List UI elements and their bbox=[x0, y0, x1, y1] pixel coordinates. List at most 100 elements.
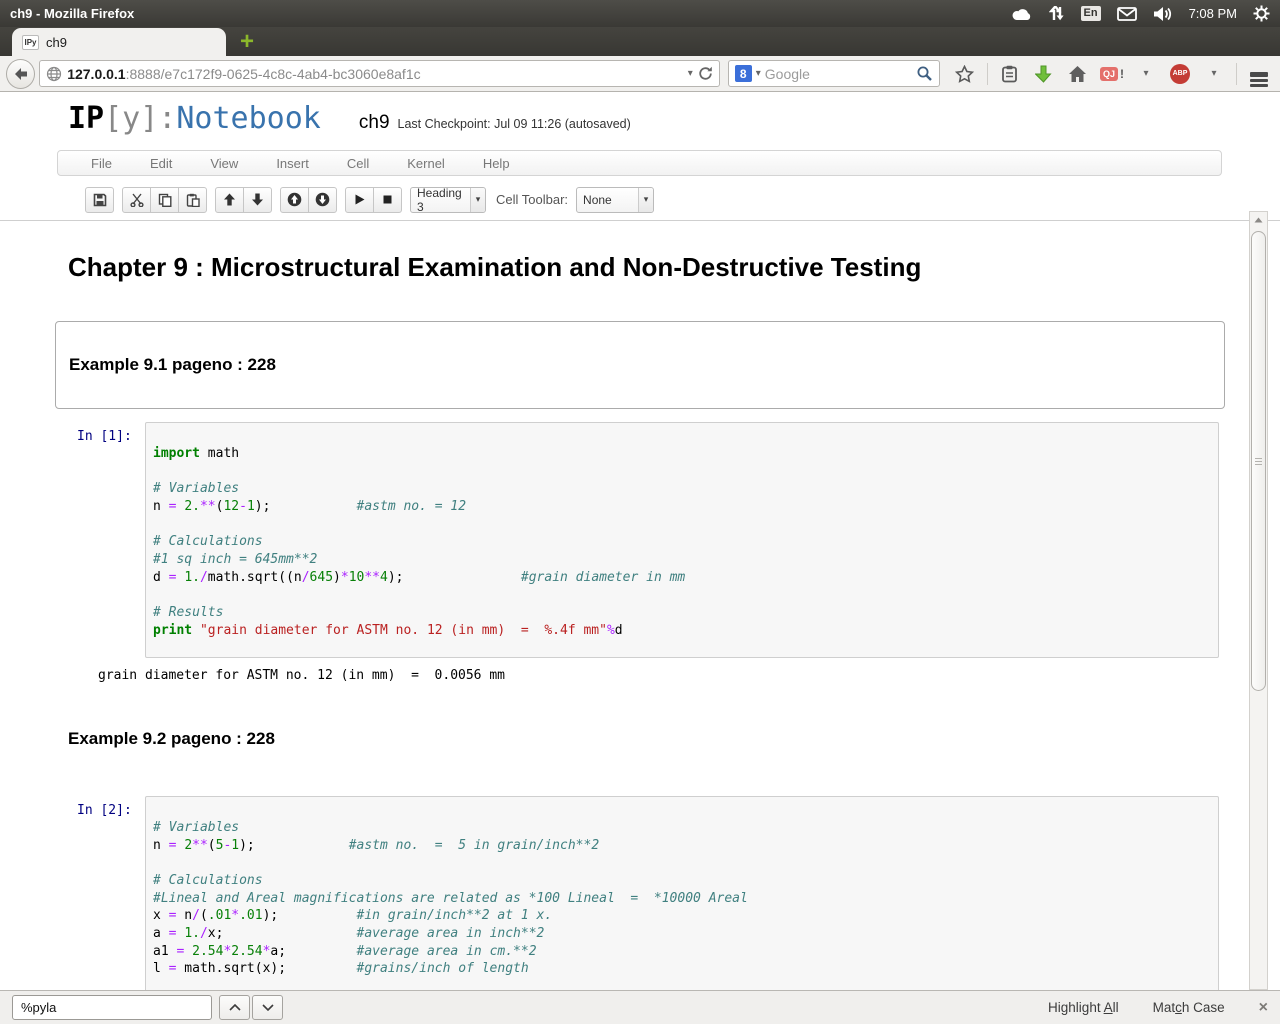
run-icon bbox=[353, 193, 366, 206]
run-cell-button[interactable] bbox=[345, 187, 374, 213]
tab-label: ch9 bbox=[46, 35, 67, 50]
chapter-heading: Chapter 9 : Microstructural Examination … bbox=[68, 251, 1280, 283]
close-findbar-icon[interactable]: × bbox=[1259, 999, 1268, 1017]
quickjava-badge: QJ bbox=[1100, 67, 1118, 81]
menu-file[interactable]: File bbox=[72, 156, 131, 171]
mail-icon[interactable] bbox=[1117, 7, 1137, 21]
example-2-heading: Example 9.2 pageno : 228 bbox=[68, 729, 1280, 749]
separator bbox=[987, 63, 988, 85]
move-cell-up-button[interactable] bbox=[215, 187, 244, 213]
find-bar: Highlight All Match Case × bbox=[0, 990, 1280, 1024]
menu-insert[interactable]: Insert bbox=[257, 156, 328, 171]
save-button[interactable] bbox=[85, 187, 114, 213]
search-bar[interactable]: 8 ▾ Google bbox=[728, 60, 940, 87]
menu-icon[interactable] bbox=[1244, 59, 1274, 89]
toolbar-buttons: QJ ! ▾ ABP ▾ bbox=[950, 59, 1274, 89]
url-dropdown-icon[interactable]: ▾ bbox=[688, 68, 693, 79]
menu-cell[interactable]: Cell bbox=[328, 156, 388, 171]
notebook-title[interactable]: ch9 bbox=[359, 112, 390, 134]
move-up-icon bbox=[223, 193, 236, 206]
search-engine-dropdown-icon[interactable]: ▾ bbox=[756, 68, 761, 79]
ipython-logo[interactable]: IP[y]:Notebook bbox=[68, 101, 321, 136]
scroll-up-arrow[interactable] bbox=[1250, 212, 1267, 228]
menu-edit[interactable]: Edit bbox=[131, 156, 191, 171]
url-path: :8888/e7c172f9-0625-4c8c-4ab4-bc3060e8af… bbox=[126, 66, 421, 82]
cut-cell-button[interactable] bbox=[122, 187, 151, 213]
code-input-1[interactable]: import math # Variablesn = 2.**(12-1); #… bbox=[145, 422, 1219, 658]
menu-help[interactable]: Help bbox=[464, 156, 529, 171]
navigation-toolbar: 127.0.0.1:8888/e7c172f9-0625-4c8c-4ab4-b… bbox=[0, 56, 1280, 92]
volume-icon[interactable] bbox=[1153, 6, 1173, 22]
menu-bar: File Edit View Insert Cell Kernel Help bbox=[57, 150, 1222, 176]
tab-bar: IPy ch9 + bbox=[0, 27, 1280, 56]
cell-type-select[interactable]: Heading 3 ▾ bbox=[410, 187, 486, 213]
clock[interactable]: 7:08 PM bbox=[1189, 6, 1237, 21]
checkpoint-status: Last Checkpoint: Jul 09 11:26 (autosaved… bbox=[398, 117, 631, 131]
copy-icon bbox=[158, 193, 172, 207]
cut-icon bbox=[130, 193, 144, 207]
url-host: 127.0.0.1 bbox=[67, 66, 125, 82]
ipython-favicon: IPy bbox=[22, 35, 39, 50]
insert-cell-above-button[interactable] bbox=[280, 187, 309, 213]
find-next-button[interactable] bbox=[252, 995, 283, 1020]
paste-icon bbox=[186, 193, 200, 207]
scrollbar-thumb[interactable] bbox=[1251, 231, 1266, 691]
notebook-toolbar: Heading 3 ▾ Cell Toolbar: None ▾ bbox=[85, 186, 1280, 213]
chevron-down-icon: ▾ bbox=[470, 188, 485, 212]
window-titlebar: ch9 - Mozilla Firefox En 7:08 PM bbox=[0, 0, 1280, 27]
cell-toolbar-select[interactable]: None ▾ bbox=[576, 187, 654, 213]
system-tray: En 7:08 PM bbox=[1011, 5, 1270, 22]
downloads-icon[interactable] bbox=[1029, 59, 1059, 89]
search-input[interactable]: Google bbox=[765, 66, 810, 82]
site-globe-icon[interactable] bbox=[46, 66, 62, 82]
insert-above-icon bbox=[287, 192, 302, 207]
example-1-heading: Example 9.1 pageno : 228 bbox=[69, 355, 1224, 375]
reload-icon[interactable] bbox=[698, 66, 713, 81]
save-icon bbox=[93, 193, 107, 207]
network-arrows-icon[interactable] bbox=[1049, 6, 1065, 21]
home-icon[interactable] bbox=[1063, 59, 1093, 89]
notebook-header: IP[y]:Notebook ch9 Last Checkpoint: Jul … bbox=[0, 92, 1280, 221]
adblock-badge: ABP bbox=[1170, 64, 1190, 84]
adblock-dropdown-icon[interactable]: ▾ bbox=[1199, 59, 1229, 89]
browser-viewport: IP[y]:Notebook ch9 Last Checkpoint: Jul … bbox=[0, 92, 1280, 990]
input-prompt: In [1]: bbox=[55, 422, 145, 658]
menu-view[interactable]: View bbox=[191, 156, 257, 171]
new-tab-button[interactable]: + bbox=[240, 30, 254, 54]
search-magnifier-icon[interactable] bbox=[916, 65, 933, 82]
code-cell-1: In [1]: import math # Variablesn = 2.**(… bbox=[55, 422, 1225, 658]
url-bar[interactable]: 127.0.0.1:8888/e7c172f9-0625-4c8c-4ab4-b… bbox=[39, 60, 720, 87]
url-text[interactable]: 127.0.0.1:8888/e7c172f9-0625-4c8c-4ab4-b… bbox=[67, 66, 420, 82]
paste-cell-button[interactable] bbox=[178, 187, 207, 213]
session-gear-icon[interactable] bbox=[1253, 5, 1270, 22]
cell-toolbar-label: Cell Toolbar: bbox=[496, 192, 568, 207]
input-prompt: In [2]: bbox=[55, 796, 145, 990]
menu-kernel[interactable]: Kernel bbox=[388, 156, 464, 171]
quickjava-dropdown-icon[interactable]: ▾ bbox=[1131, 59, 1161, 89]
code-input-2[interactable]: # Variablesn = 2**(5-1); #astm no. = 5 i… bbox=[145, 796, 1219, 990]
search-engine-icon[interactable]: 8 bbox=[735, 65, 752, 82]
tab-ch9[interactable]: IPy ch9 bbox=[12, 28, 226, 56]
match-case-toggle[interactable]: Match Case bbox=[1153, 1000, 1225, 1015]
insert-cell-below-button[interactable] bbox=[308, 187, 337, 213]
move-cell-down-button[interactable] bbox=[243, 187, 272, 213]
insert-below-icon bbox=[315, 192, 330, 207]
copy-cell-button[interactable] bbox=[150, 187, 179, 213]
find-input[interactable] bbox=[12, 995, 212, 1020]
quickjava-button[interactable]: QJ ! bbox=[1097, 59, 1127, 89]
keyboard-layout-badge[interactable]: En bbox=[1081, 6, 1101, 21]
selected-heading-cell[interactable]: Example 9.1 pageno : 228 bbox=[55, 321, 1225, 409]
adblock-button[interactable]: ABP bbox=[1165, 59, 1195, 89]
separator bbox=[1236, 63, 1237, 85]
page-scrollbar[interactable] bbox=[1249, 211, 1268, 990]
back-button[interactable] bbox=[6, 59, 35, 89]
find-previous-button[interactable] bbox=[219, 995, 250, 1020]
highlight-all-toggle[interactable]: Highlight All bbox=[1048, 1000, 1119, 1015]
bookmarks-menu-icon[interactable] bbox=[995, 59, 1025, 89]
bookmark-star-icon[interactable] bbox=[950, 59, 980, 89]
code-output-1: grain diameter for ASTM no. 12 (in mm) =… bbox=[90, 658, 1280, 683]
move-down-icon bbox=[251, 193, 264, 206]
chevron-down-icon: ▾ bbox=[638, 188, 653, 212]
cloud-icon[interactable] bbox=[1011, 7, 1033, 21]
interrupt-kernel-button[interactable] bbox=[373, 187, 402, 213]
